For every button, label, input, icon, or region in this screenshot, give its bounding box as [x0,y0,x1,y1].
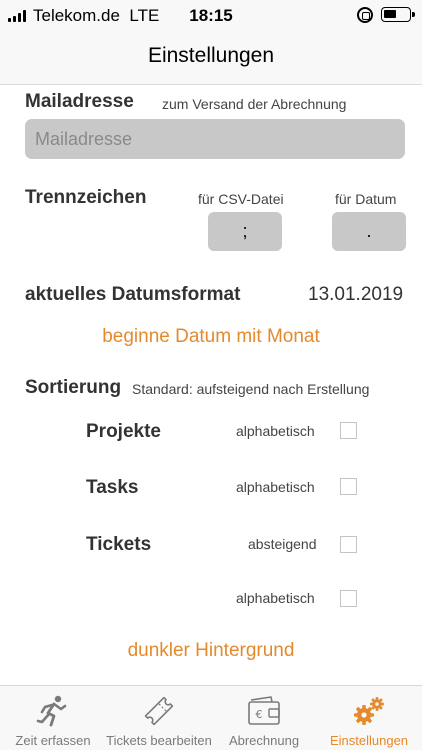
sort-tasks-checkbox[interactable] [340,478,357,495]
csv-separator-label: für CSV-Datei [198,191,284,207]
tab-settings[interactable]: Einstellungen [316,686,422,750]
date-separator-label: für Datum [335,191,397,207]
sort-tickets-label: Tickets [86,534,152,555]
settings-content[interactable]: Mailadresse zum Versand der Abrechnung T… [0,85,422,685]
date-format-value: 13.01.2019 [308,284,404,305]
gears-icon [354,697,384,725]
battery-tip [412,12,415,17]
mail-label: Mailadresse [25,91,134,112]
tab-billing-label: Abrechnung [228,733,300,748]
csv-separator-field[interactable]: ; [208,212,282,251]
sorting-label: Sortierung [25,377,122,398]
sort-tasks-option: alphabetisch [236,479,315,495]
sort-projects-option: alphabetisch [236,423,315,439]
page-title: Einstellungen [147,44,275,67]
navigation-bar: Einstellungen [0,30,422,85]
tab-time-tracking[interactable]: Zeit erfassen [0,686,106,750]
status-bar: Telekom.de LTE 18:15 [0,0,422,30]
sort-projects-checkbox[interactable] [340,422,357,439]
tab-billing[interactable]: € Abrechnung [212,686,316,750]
svg-text:€: € [256,708,263,721]
ticket-icon [144,696,174,726]
runner-icon [36,695,67,727]
tab-settings-label: Einstellungen [329,733,409,748]
month-first-button[interactable]: beginne Datum mit Monat [0,326,422,348]
orientation-lock-icon [357,7,373,23]
tab-edit-tickets-label: Tickets bearbeiten [106,733,212,748]
sort-tickets-descending-checkbox[interactable] [340,536,357,553]
separator-label: Trennzeichen [25,187,147,208]
battery-icon [381,7,411,22]
date-separator-field[interactable]: . [332,212,406,251]
mail-hint: zum Versand der Abrechnung [162,96,347,112]
sort-projects-label: Projekte [86,421,161,442]
date-format-label: aktuelles Datumsformat [25,284,241,305]
sort-tickets-descending-option: absteigend [248,536,317,552]
dark-background-button[interactable]: dunkler Hintergrund [0,640,422,662]
sort-tasks-label: Tasks [86,477,139,498]
wallet-euro-icon: € [248,696,280,725]
sort-tickets-alphabetical-checkbox[interactable] [340,590,357,607]
mail-input[interactable] [25,119,405,159]
tab-bar: Zeit erfassen Tickets bearbeiten € Abrec… [0,685,422,750]
sorting-hint: Standard: aufsteigend nach Erstellung [132,381,370,397]
sort-tickets-alphabetical-option: alphabetisch [236,590,315,606]
tab-time-tracking-label: Zeit erfassen [15,733,91,748]
tab-edit-tickets[interactable]: Tickets bearbeiten [106,686,212,750]
